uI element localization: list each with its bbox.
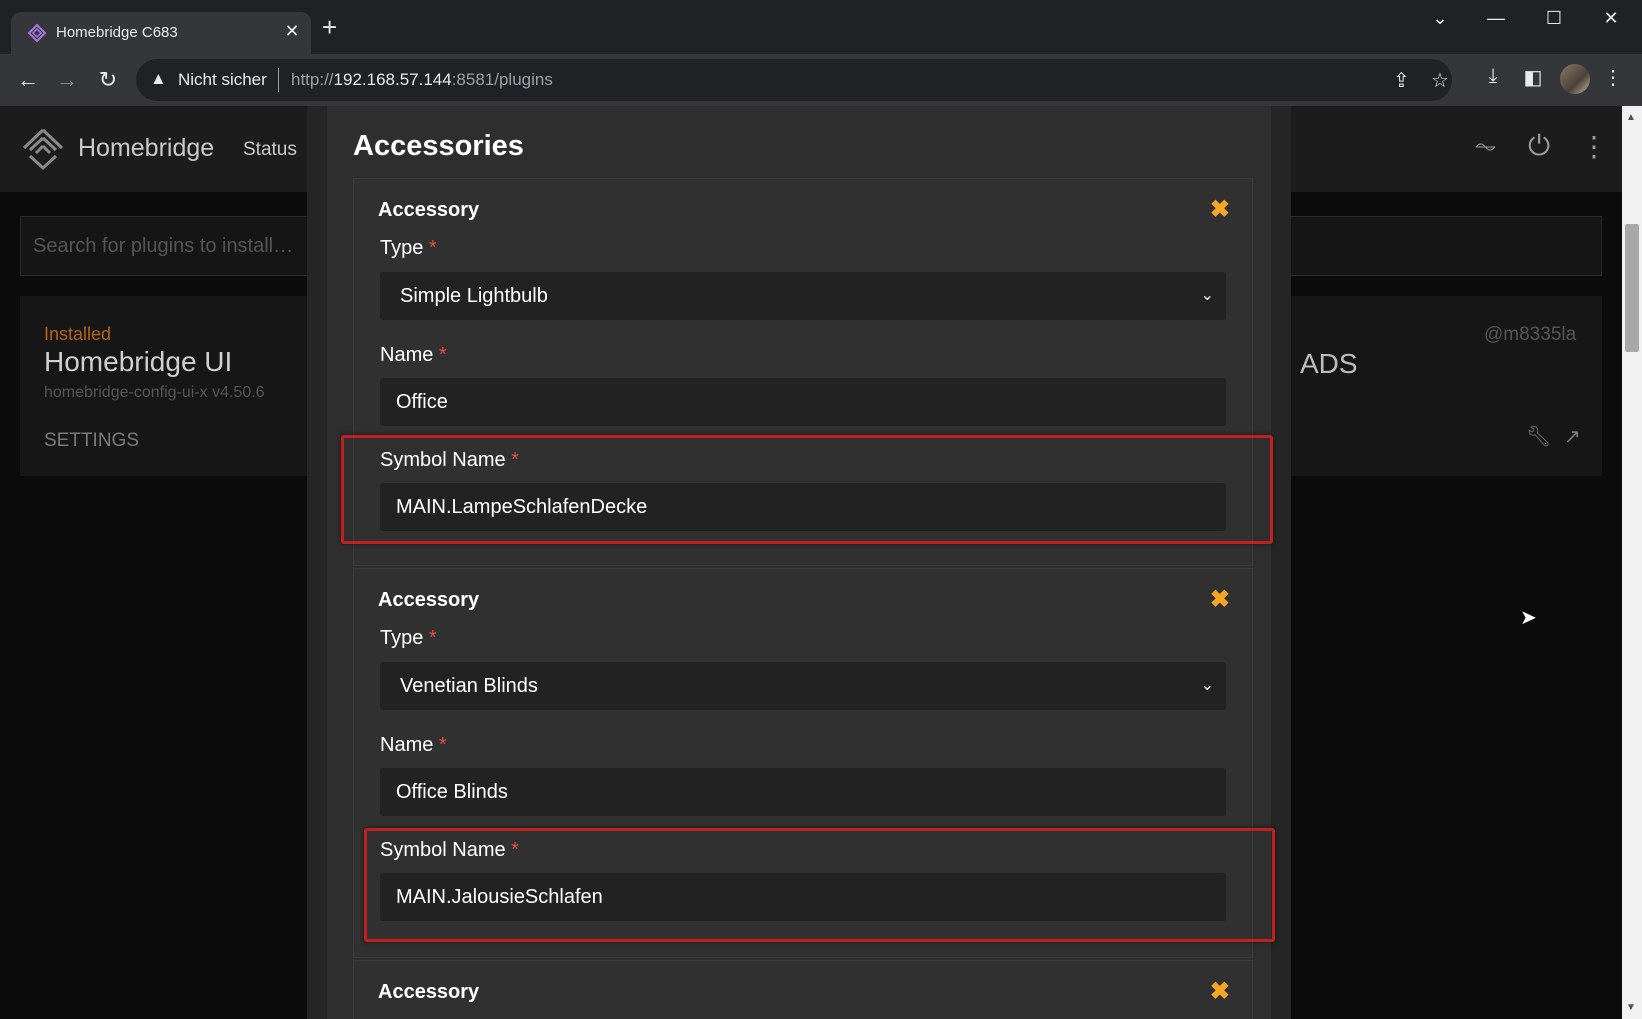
browser-tab[interactable]: Homebridge C683 ✕ [11,12,311,54]
scrollbar-thumb[interactable] [1625,224,1639,352]
power-icon[interactable]: ⏻ [1528,130,1550,163]
required-marker: * [428,237,437,259]
back-icon[interactable]: ← [13,65,43,95]
plugin-package: homebridge-config-ui-x v4.50.6 [44,384,265,401]
url-text[interactable]: http://192.168.57.144:8581/plugins [291,70,553,90]
external-link-icon[interactable]: ↗ [1564,424,1581,449]
terminal-wave-icon[interactable]: ⏦ [1474,130,1497,163]
name-label: Name * [380,344,447,367]
warning-icon[interactable]: ▲ [150,69,167,89]
screen: Homebridge C683 ✕ + ⌄ — ☐ ✕ ← → ↻ ▲ Nich… [0,0,1642,1019]
browser-tabbar: Homebridge C683 ✕ + ⌄ — ☐ ✕ [0,0,1642,54]
required-marker: * [428,627,437,649]
remove-accessory-icon[interactable]: ✖ [1210,195,1230,224]
tab-search-icon[interactable]: ⌄ [1420,8,1460,29]
url-scheme: http:// [291,70,334,89]
name-label: Name * [380,734,447,757]
type-select-value: Venetian Blinds [400,675,538,697]
download-icon[interactable]: ⤓ [1478,65,1508,88]
name-input-value: Office Blinds [396,781,508,803]
mouse-cursor-icon: ➤ [1520,607,1537,629]
accessory-title: Accessory [378,981,480,1003]
tab-title: Homebridge C683 [56,24,178,41]
share-icon[interactable]: ⇪ [1393,68,1410,93]
type-label-text: Type [380,627,424,649]
installed-label: Installed [44,324,112,344]
homebridge-logo-icon [22,128,64,171]
scroll-down-icon[interactable]: ▼ [1626,1002,1636,1013]
plugin-name: Homebridge UI [44,346,233,377]
reload-icon[interactable]: ↻ [93,65,123,95]
remove-accessory-icon[interactable]: ✖ [1210,977,1230,1006]
plugin-name-fragment: ADS [1300,348,1358,379]
plugin-author: @m8335la [1484,324,1577,345]
name-input[interactable]: Office Blinds [380,768,1226,816]
plugin-settings-link[interactable]: SETTINGS [44,430,139,452]
minimize-button[interactable]: — [1476,8,1516,29]
browser-menu-icon[interactable]: ⋮ [1598,65,1628,90]
address-bar[interactable]: ▲ Nicht sicher http://192.168.57.144:858… [136,59,1452,101]
type-select[interactable]: Simple Lightbulb ⌄ [380,272,1226,320]
app-title[interactable]: Homebridge [78,134,214,163]
highlight-box [364,828,1275,942]
remove-accessory-icon[interactable]: ✖ [1210,585,1230,614]
side-panel-icon[interactable]: ◧ [1518,65,1548,90]
accessory-title: Accessory [378,589,480,611]
accessory-card: Accessory ✖ [353,960,1253,1019]
nav-status[interactable]: Status [243,139,297,161]
maximize-button[interactable]: ☐ [1534,8,1574,29]
plugin-search-placeholder: Search for plugins to install… [33,235,294,257]
omnibox-separator [278,68,279,92]
browser-toolbar: ← → ↻ ▲ Nicht sicher http://192.168.57.1… [0,54,1642,106]
type-select[interactable]: Venetian Blinds ⌄ [380,662,1226,710]
chevron-down-icon: ⌄ [1200,677,1214,694]
type-label-text: Type [380,237,424,259]
accessories-heading: Accessories [353,130,524,162]
scroll-up-icon[interactable]: ▲ [1626,112,1636,123]
name-input[interactable]: Office [380,378,1226,426]
url-host: 192.168.57.144 [333,70,452,89]
name-input-value: Office [396,391,448,413]
app-menu-icon[interactable]: ⋮ [1580,130,1608,163]
tab-close-icon[interactable]: ✕ [281,21,303,42]
security-label[interactable]: Nicht sicher [178,70,267,90]
page-scrollbar[interactable]: ▲ ▼ [1622,106,1642,1019]
type-label: Type * [380,237,437,260]
wrench-icon[interactable]: 🔧︎ [1526,424,1551,449]
accessory-title: Accessory [378,199,480,221]
new-tab-button[interactable]: + [322,14,337,40]
name-label-text: Name [380,734,434,756]
bookmark-star-icon[interactable]: ☆ [1431,68,1449,93]
required-marker: * [438,344,447,366]
close-window-button[interactable]: ✕ [1591,8,1631,29]
forward-icon[interactable]: → [52,65,82,95]
chevron-down-icon: ⌄ [1200,287,1214,304]
highlight-box [341,435,1273,544]
homebridge-favicon-icon [27,23,47,43]
required-marker: * [438,734,447,756]
name-label-text: Name [380,344,434,366]
type-select-value: Simple Lightbulb [400,285,548,307]
url-path: :8581/plugins [451,70,553,89]
type-label: Type * [380,627,437,650]
profile-avatar[interactable] [1560,64,1590,94]
